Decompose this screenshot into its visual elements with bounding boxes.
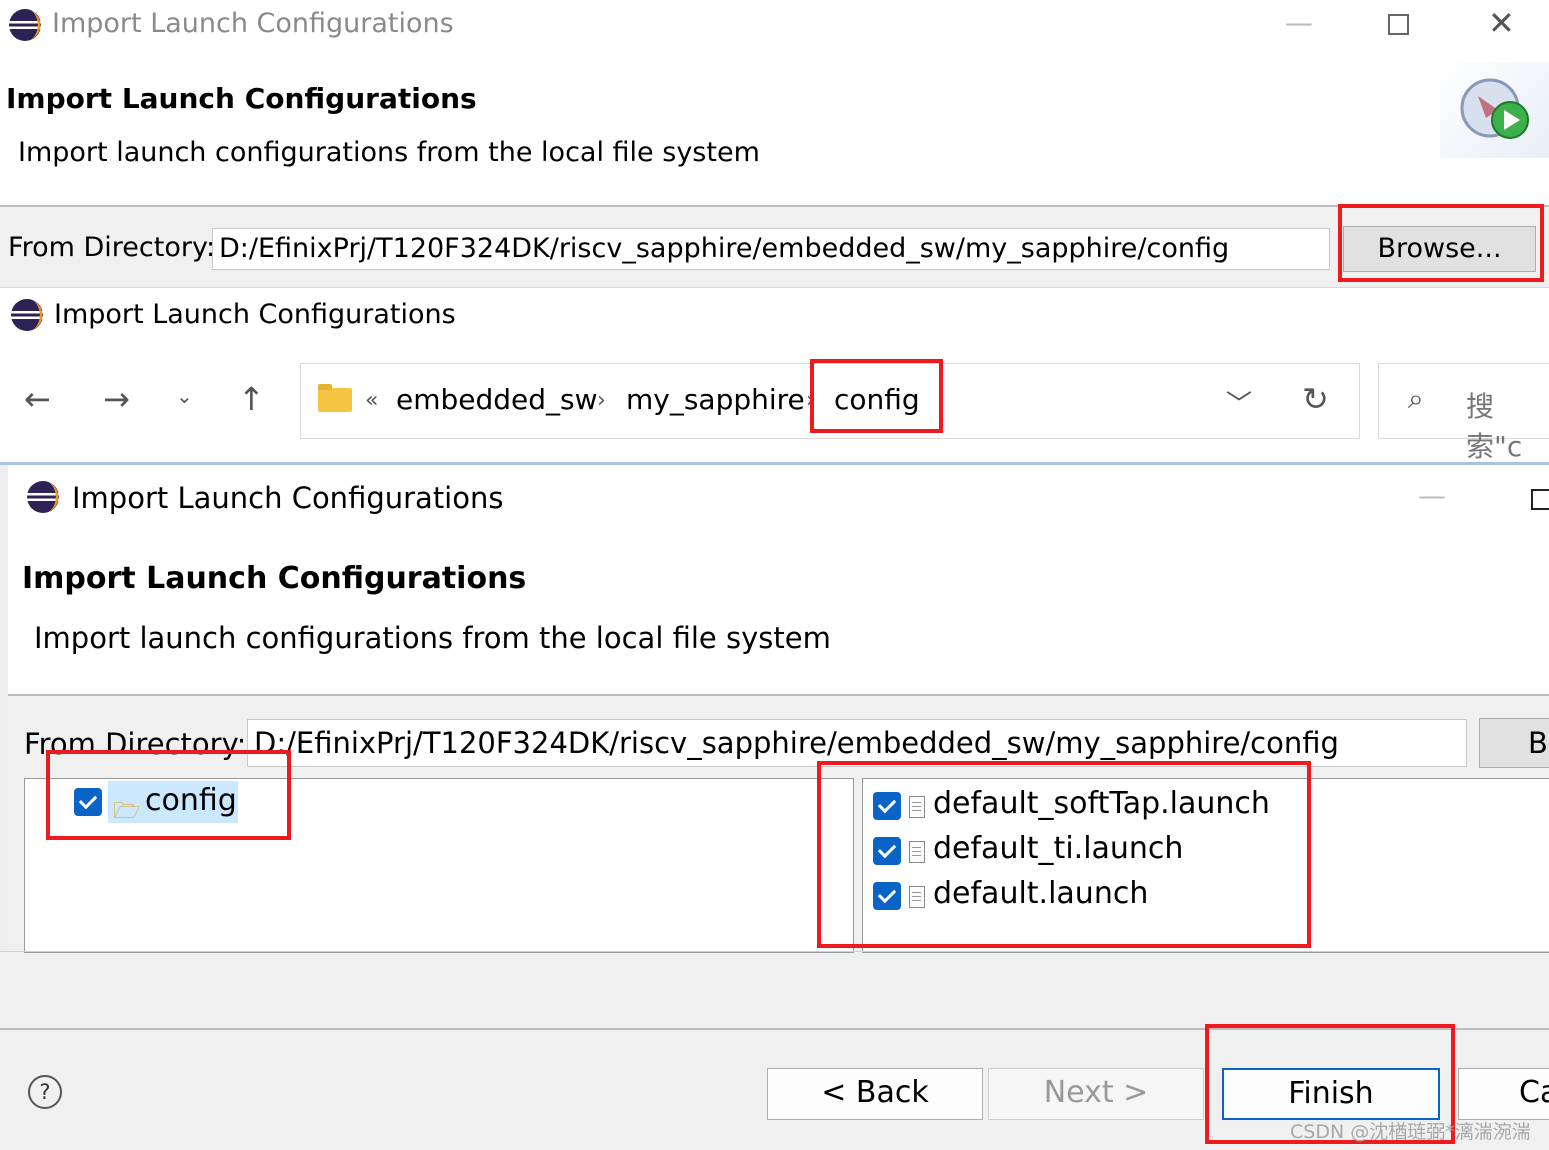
window-title: Import Launch Configurations bbox=[72, 481, 504, 515]
cancel-button[interactable]: Ca bbox=[1458, 1068, 1549, 1120]
back-button[interactable]: < Back bbox=[767, 1068, 983, 1120]
page-description: Import launch configurations from the lo… bbox=[18, 137, 760, 168]
window-title: Import Launch Configurations bbox=[52, 8, 454, 39]
search-icon: ⌕ bbox=[1408, 382, 1424, 415]
eclipse-icon bbox=[9, 9, 41, 41]
address-dropdown-icon[interactable]: ﹀ bbox=[1226, 384, 1252, 421]
maximize-icon[interactable] bbox=[1388, 14, 1409, 35]
import-dialog-main: Import Launch Configurations — Import La… bbox=[0, 462, 1549, 1150]
eclipse-icon bbox=[27, 481, 59, 513]
up-arrow-icon[interactable]: ↑ bbox=[238, 380, 265, 418]
page-title: Import Launch Configurations bbox=[22, 561, 527, 596]
maximize-icon[interactable] bbox=[1531, 489, 1549, 510]
highlight-box bbox=[810, 359, 943, 433]
folder-icon bbox=[318, 388, 352, 412]
highlight-box bbox=[817, 761, 1311, 948]
back-arrow-icon[interactable]: ← bbox=[24, 380, 51, 418]
recent-chevron-icon[interactable]: ⌄ bbox=[176, 384, 193, 408]
eclipse-icon bbox=[11, 299, 43, 331]
next-button[interactable]: Next > bbox=[988, 1068, 1204, 1120]
folder-tab bbox=[318, 384, 332, 390]
forward-arrow-icon[interactable]: → bbox=[103, 380, 130, 418]
watermark: CSDN @沈楢琏弼*漓湍涴湍 bbox=[1290, 1121, 1531, 1143]
from-directory-label: From Directory: bbox=[8, 232, 216, 263]
breadcrumb-my-sapphire[interactable]: my_sapphire bbox=[626, 383, 805, 416]
from-directory-field[interactable]: D:/EfinixPrj/T120F324DK/riscv_sapphire/e… bbox=[212, 228, 1330, 270]
from-directory-field[interactable]: D:/EfinixPrj/T120F324DK/riscv_sapphire/e… bbox=[247, 719, 1467, 767]
launch-banner-icon bbox=[1440, 62, 1549, 158]
import-dialog-top: Import Launch Configurations — ✕ Import … bbox=[0, 0, 1549, 287]
breadcrumb-separator-icon: › bbox=[597, 388, 606, 413]
breadcrumb-more[interactable]: « bbox=[365, 388, 378, 413]
search-placeholder: 搜索"c bbox=[1466, 390, 1523, 463]
page-title: Import Launch Configurations bbox=[6, 82, 477, 115]
help-icon[interactable]: ? bbox=[28, 1075, 62, 1109]
file-browser-dialog: Import Launch Configurations ← → ⌄ ↑ « e… bbox=[0, 287, 1549, 463]
highlight-box bbox=[1338, 204, 1544, 282]
minimize-icon[interactable]: — bbox=[1285, 6, 1313, 39]
window-edge bbox=[0, 465, 8, 951]
breadcrumb-embedded-sw[interactable]: embedded_sw bbox=[396, 383, 598, 416]
close-icon[interactable]: ✕ bbox=[1488, 4, 1515, 42]
browse-button[interactable]: Br bbox=[1479, 718, 1549, 768]
highlight-box bbox=[46, 750, 291, 840]
refresh-icon[interactable]: ↻ bbox=[1302, 380, 1329, 418]
page-description: Import launch configurations from the lo… bbox=[34, 621, 831, 655]
divider bbox=[0, 951, 1549, 952]
minimize-icon[interactable]: — bbox=[1418, 479, 1446, 512]
window-title: Import Launch Configurations bbox=[54, 299, 456, 330]
